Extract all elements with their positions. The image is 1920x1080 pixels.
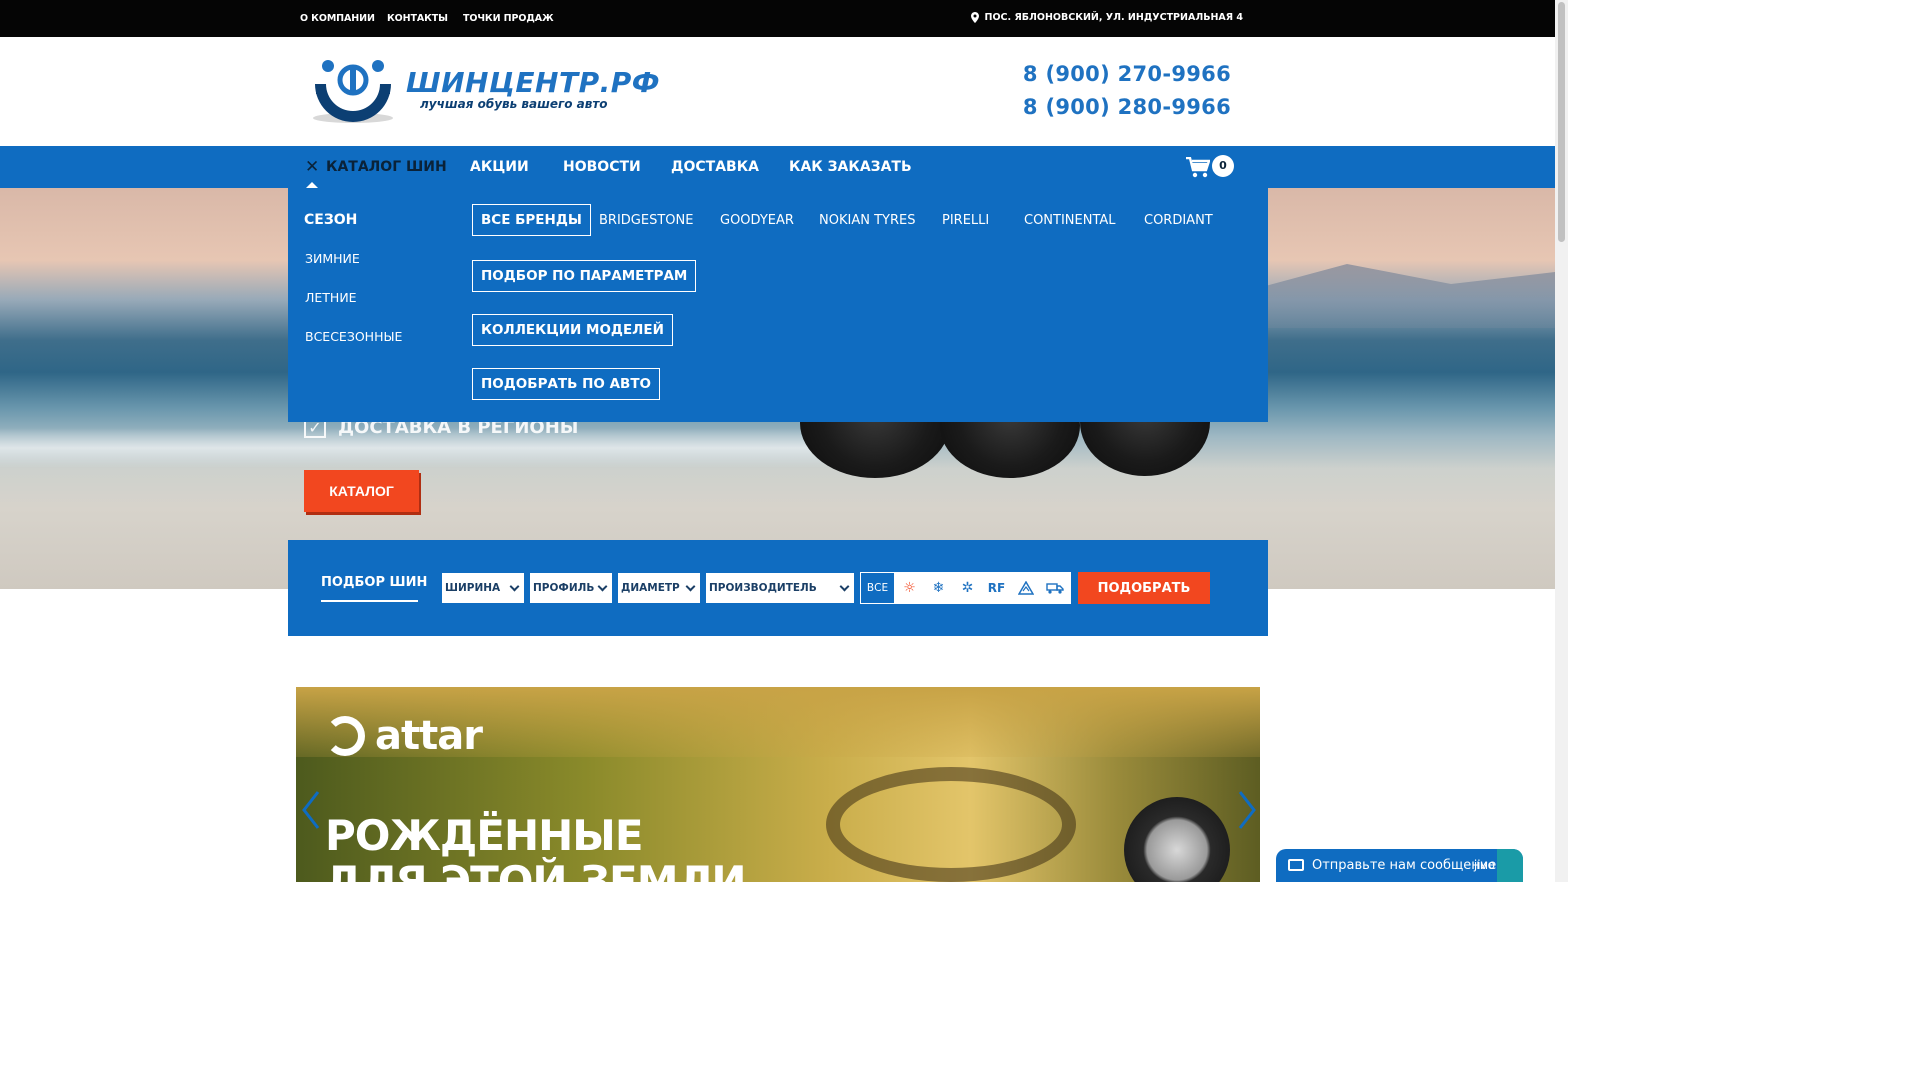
banner-brand-logo: attar [325,713,483,759]
cart-icon [1186,157,1210,178]
chevron-right-icon[interactable] [1236,790,1258,830]
pick-tires-button[interactable]: ПОДОБРАТЬ [1078,572,1210,604]
brand-bridgestone[interactable]: BRIDGESTONE [599,213,693,228]
envelope-icon [1288,859,1304,871]
banner-headline-line-1: РОЖДЁННЫЕ [325,811,644,860]
brand-pirelli[interactable]: PIRELLI [942,213,989,228]
brand-nokian[interactable]: NOKIAN TYRES [819,213,915,228]
model-collections-button[interactable]: КОЛЛЕКЦИИ МОДЕЛЕЙ [472,314,673,346]
by-car-button[interactable]: ПОДОБРАТЬ ПО АВТО [472,368,661,400]
attar-logo-icon [325,716,365,756]
manufacturer-select-label: ПРОИЗВОДИТЕЛЬ [709,582,817,594]
phone-1[interactable]: 8 (900) 270-9966 [1023,58,1231,91]
banner-wheel-image [1124,797,1230,882]
link-points-of-sale[interactable]: ТОЧКИ ПРОДАЖ [463,13,554,24]
truck-shape-icon [1045,583,1064,594]
header: ШИНЦЕНТР.РФ лучшая обувь вашего авто 8 (… [0,37,1555,146]
tire-search-panel: ПОДБОР ШИН ШИРИНА ПРОФИЛЬ ДИАМЕТР ПРОИЗВ… [288,540,1268,636]
sun-icon[interactable]: ☼ [895,572,924,604]
all-brands-button[interactable]: ВСЕ БРЕНДЫ [472,204,591,236]
diameter-select-label: ДИАМЕТР [621,582,680,594]
brand-goodyear[interactable]: GOODYEAR [720,213,794,228]
params-search-button[interactable]: ПОДБОР ПО ПАРАМЕТРАМ [472,260,697,292]
profile-select[interactable]: ПРОФИЛЬ [529,572,613,604]
link-contacts[interactable]: КОНТАКТЫ [387,13,448,24]
catalog-button[interactable]: КАТАЛОГ [304,470,419,512]
width-select[interactable]: ШИРИНА [441,572,525,604]
cart-count-badge: 0 [1212,155,1234,177]
chevron-down-icon [685,581,696,591]
manufacturer-select[interactable]: ПРОИЗВОДИТЕЛЬ [705,572,855,604]
offroad-icon[interactable] [1011,572,1040,604]
banner-headline: РОЖДЁННЫЕ ДЛЯ ЭТОЙ ЗЕМЛИ [325,811,747,883]
season-summer[interactable]: ЛЕТНИЕ [305,290,357,305]
cart-button[interactable]: 0 [1186,155,1236,179]
link-about[interactable]: О КОМПАНИИ [300,13,375,24]
nav-how-to-order[interactable]: КАК ЗАКАЗАТЬ [789,159,912,175]
season-all-season[interactable]: ВСЕСЕЗОННЫЕ [305,329,402,344]
chat-side-tab [1497,849,1523,882]
address-text: ПОС. ЯБЛОНОВСКИЙ, УЛ. ИНДУСТРИАЛЬНАЯ 4 [984,12,1243,23]
all-season-icon[interactable]: ✲ [953,572,982,604]
banner-herd-ring [826,767,1076,882]
snowflake-icon[interactable]: ❄ [924,572,953,604]
main-nav: ✕ КАТАЛОГ ШИН АКЦИИ НОВОСТИ ДОСТАВКА КАК… [0,146,1555,188]
nav-promotions[interactable]: АКЦИИ [470,159,529,175]
phone-list: 8 (900) 270-9966 8 (900) 280-9966 [1023,58,1231,124]
logo-title: ШИНЦЕНТР.РФ [406,66,661,99]
season-all-button[interactable]: ВСЕ [860,572,895,604]
diameter-select[interactable]: ДИАМЕТР [617,572,701,604]
scrollbar[interactable] [1555,0,1568,882]
scrollbar-thumb[interactable] [1558,2,1565,242]
location-pin-icon [970,12,979,23]
width-select-label: ШИРИНА [445,582,501,594]
season-filter: ВСЕ ☼ ❄ ✲ RF [860,572,1071,604]
chevron-down-icon [597,581,608,591]
address[interactable]: ПОС. ЯБЛОНОВСКИЙ, УЛ. ИНДУСТРИАЛЬНАЯ 4 [970,12,1243,23]
season-heading: СЕЗОН [304,212,358,228]
logo-emblem-icon [313,60,393,123]
nav-delivery[interactable]: ДОСТАВКА [671,159,759,175]
phone-2[interactable]: 8 (900) 280-9966 [1023,91,1231,124]
tire-search-tab[interactable]: ПОДБОР ШИН [321,575,427,590]
close-icon[interactable]: ✕ [305,157,319,177]
nav-catalog[interactable]: КАТАЛОГ ШИН [326,159,447,175]
truck-icon[interactable] [1040,572,1069,604]
catalog-dropdown: СЕЗОН ЗИМНИЕ ЛЕТНИЕ ВСЕСЕЗОННЫЕ ВСЕ БРЕН… [288,188,1268,422]
promo-banner[interactable]: attar РОЖДЁННЫЕ ДЛЯ ЭТОЙ ЗЕМЛИ [296,687,1260,882]
season-winter[interactable]: ЗИМНИЕ [305,251,360,266]
chevron-down-icon [509,581,520,591]
chevron-left-icon[interactable] [300,790,322,830]
profile-select-label: ПРОФИЛЬ [533,582,595,594]
top-bar: О КОМПАНИИ КОНТАКТЫ ТОЧКИ ПРОДАЖ ПОС. ЯБ… [0,0,1555,37]
brand-continental[interactable]: CONTINENTAL [1024,213,1116,228]
tab-underline [321,600,418,602]
nav-news[interactable]: НОВОСТИ [563,159,641,175]
chevron-down-icon [839,581,850,591]
chat-widget[interactable]: Отправьте нам сообщение jivo [1276,849,1523,882]
banner-brand-name: attar [375,713,483,759]
offroad-triangle-icon [1017,581,1034,595]
jivo-brand: jivo [1473,858,1495,872]
site-logo[interactable]: ШИНЦЕНТР.РФ лучшая обувь вашего авто [310,54,660,124]
banner-headline-line-2: ДЛЯ ЭТОЙ ЗЕМЛИ [325,857,747,883]
logo-subtitle: лучшая обувь вашего авто [420,97,608,111]
brand-cordiant[interactable]: CORDIANT [1144,213,1213,228]
runflat-icon[interactable]: RF [982,572,1011,604]
chat-label: Отправьте нам сообщение [1312,858,1497,873]
